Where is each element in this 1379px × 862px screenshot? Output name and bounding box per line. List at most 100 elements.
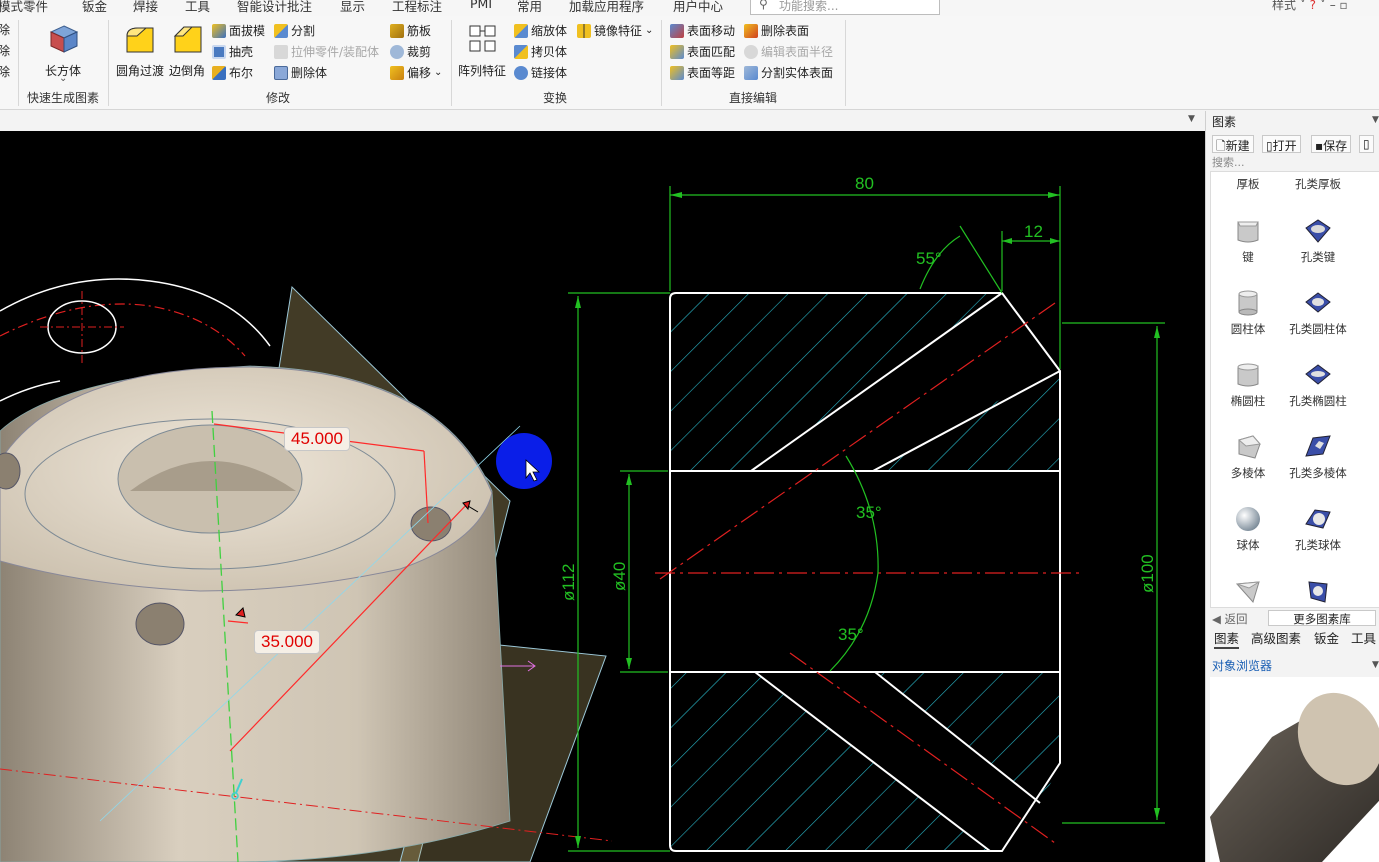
chevron-down-icon[interactable]: ▼ <box>1372 115 1379 125</box>
object-browser-preview[interactable] <box>1210 677 1379 862</box>
mirror-feature-button[interactable]: 镜像特征 ⌄ <box>577 22 653 39</box>
back-arrow-icon: ◀ <box>1212 612 1225 626</box>
library-item-elliptic-cylinder[interactable]: 椭圆柱 <box>1215 356 1281 420</box>
library-search-input[interactable]: 搜索... <box>1212 154 1245 170</box>
menu-tools[interactable]: 工具 <box>185 0 210 15</box>
menu-user-center[interactable]: 用户中心 <box>673 0 723 15</box>
help-icon[interactable]: ? <box>1310 0 1316 12</box>
menu-part-design[interactable]: 模式零件 <box>0 0 48 15</box>
more-library-button[interactable]: 更多图素库 <box>1268 610 1376 626</box>
scale-body-button[interactable]: 缩放体 <box>514 22 567 39</box>
element-library-grid[interactable]: 厚板 孔类厚板 键 孔类键 圆柱体 孔类圆柱体 椭圆柱 孔类椭圆柱 多棱体 孔类… <box>1210 171 1379 608</box>
new-library-button[interactable]: 🗋新建 <box>1212 135 1254 153</box>
chamfer-button[interactable]: 边倒角 <box>168 22 210 82</box>
pattern-feature-button[interactable]: 阵列特征 <box>456 22 512 82</box>
library-item-sphere[interactable]: 球体 <box>1215 500 1281 564</box>
tab-advanced-elements[interactable]: 高级图素 <box>1251 628 1301 647</box>
category-hole-thick-plate[interactable]: 孔类厚板 <box>1285 176 1351 192</box>
group-separator <box>18 20 19 106</box>
design-element-library-panel: 图素 ▼ 🗋新建 ▯打开 ▪保存 ▯ 搜索... 厚板 孔类厚板 键 孔类键 圆… <box>1205 111 1379 862</box>
library-item-hole-cylinder[interactable]: 孔类圆柱体 <box>1285 284 1351 348</box>
menu-display[interactable]: 显示 <box>340 0 365 15</box>
library-item-hole-wedge[interactable] <box>1285 572 1351 607</box>
restore-icon[interactable]: ▫ <box>1340 0 1348 12</box>
group-separator <box>845 20 846 106</box>
more-icon: ▯ <box>1363 137 1370 151</box>
split-label: 分割 <box>291 24 316 38</box>
3d-viewport[interactable]: 80 12 55° 35° 35° ø112 ø40 ø100 45.000 3… <box>0 131 1205 862</box>
hole-key-shape-icon <box>1305 219 1331 243</box>
split-solid-face-button[interactable]: 分割实体表面 <box>744 64 833 81</box>
face-match-icon <box>670 44 684 59</box>
style-menu[interactable]: 样式 ˅ ? ˅ – ▫ <box>1272 0 1348 13</box>
face-offset-button[interactable]: 表面等距 <box>670 64 735 81</box>
menu-common[interactable]: 常用 <box>517 0 542 15</box>
delete-face-button[interactable]: 删除表面 <box>744 22 809 39</box>
category-thick-plate[interactable]: 厚板 <box>1215 176 1281 192</box>
library-item-cylinder[interactable]: 圆柱体 <box>1215 284 1281 348</box>
library-item-hole-elliptic-cylinder[interactable]: 孔类椭圆柱 <box>1285 356 1351 420</box>
split-button[interactable]: 分割 <box>274 22 315 39</box>
edit-face-radius-button[interactable]: 编辑表面半径 <box>744 43 833 60</box>
face-draft-button[interactable]: 面拔模 <box>212 22 265 39</box>
quick-group-label: 快速生成图素 <box>27 91 100 105</box>
more-toolbar-button[interactable]: ▯ <box>1359 135 1374 153</box>
viewport-header-strip: ▼ <box>0 111 1205 131</box>
fillet-button[interactable]: 圆角过渡 <box>114 22 168 82</box>
library-item-label: 孔类椭圆柱 <box>1289 394 1347 408</box>
menu-smart-annotation[interactable]: 智能设计批注 <box>237 0 312 15</box>
box-button[interactable]: 长方体 ⌄ <box>36 22 92 84</box>
extrude-part-assembly-button[interactable]: 拉伸零件/装配体 <box>274 43 379 60</box>
boolean-button[interactable]: 布尔 <box>212 64 253 81</box>
copy-body-label: 拷贝体 <box>531 45 568 59</box>
offset-button[interactable]: 偏移 ⌄ <box>390 64 442 81</box>
menu-sheet-metal[interactable]: 钣金 <box>82 0 107 15</box>
face-move-button[interactable]: 表面移动 <box>670 22 735 39</box>
library-item-key[interactable]: 键 <box>1215 212 1281 276</box>
dimension-35-value[interactable]: 35.000 <box>254 630 320 654</box>
function-search-input[interactable]: ⚲ 功能搜索... <box>750 0 940 15</box>
dimension-45-value[interactable]: 45.000 <box>284 427 350 451</box>
library-item-hole-prism[interactable]: 孔类多棱体 <box>1285 428 1351 492</box>
tab-elements[interactable]: 图素 <box>1214 628 1240 649</box>
save-library-button[interactable]: ▪保存 <box>1311 135 1352 153</box>
library-item-label: 圆柱体 <box>1230 322 1266 336</box>
delete-body-button[interactable]: 删除体 <box>274 64 327 81</box>
menu-engineering-annotation[interactable]: 工程标注 <box>392 0 442 15</box>
prism-shape-icon <box>1237 435 1261 459</box>
ribbon-cut-item-3[interactable]: 除 <box>0 63 10 80</box>
edit-face-radius-icon <box>744 44 758 59</box>
link-body-button[interactable]: 链接体 <box>514 64 567 81</box>
rib-button[interactable]: 筋板 <box>390 22 431 39</box>
ribbon-cut-item-2[interactable]: 除 <box>0 42 10 59</box>
fillet-icon <box>126 27 154 53</box>
shell-label: 抽壳 <box>229 45 254 59</box>
tab-sheet-metal[interactable]: 钣金 <box>1314 628 1339 647</box>
menu-pmi[interactable]: PMI <box>470 0 492 11</box>
minimize-icon[interactable]: – <box>1330 0 1336 12</box>
copy-body-button[interactable]: 拷贝体 <box>514 43 567 60</box>
wedge-shape-icon <box>1235 581 1260 604</box>
chevron-down-icon[interactable]: ▼ <box>1188 114 1195 124</box>
face-match-button[interactable]: 表面匹配 <box>670 43 735 60</box>
chevron-down-icon[interactable]: ▼ <box>1372 660 1379 670</box>
trim-button[interactable]: 裁剪 <box>390 43 431 60</box>
library-item-label: 椭圆柱 <box>1230 394 1266 408</box>
shell-button[interactable]: 抽壳 <box>212 43 253 60</box>
ribbon-cut-item-1[interactable]: 除 <box>0 21 10 38</box>
cylinder-part[interactable] <box>0 365 511 862</box>
face-offset-label: 表面等距 <box>687 66 736 80</box>
open-library-button[interactable]: ▯打开 <box>1262 135 1301 153</box>
tab-tools[interactable]: 工具 <box>1351 628 1376 647</box>
library-item-label: 多棱体 <box>1230 466 1266 480</box>
library-item-prism[interactable]: 多棱体 <box>1215 428 1281 492</box>
back-button[interactable]: ◀ 返回 <box>1212 611 1248 627</box>
menu-welding[interactable]: 焊接 <box>133 0 158 15</box>
library-item-hole-sphere[interactable]: 孔类球体 <box>1285 500 1351 564</box>
library-item-hole-key[interactable]: 孔类键 <box>1285 212 1351 276</box>
save-label: 保存 <box>1323 139 1348 153</box>
boolean-label: 布尔 <box>229 66 254 80</box>
menu-load-apps[interactable]: 加载应用程序 <box>569 0 644 15</box>
library-item-wedge[interactable] <box>1215 572 1281 607</box>
dim-12-label: 12 <box>1024 222 1043 241</box>
